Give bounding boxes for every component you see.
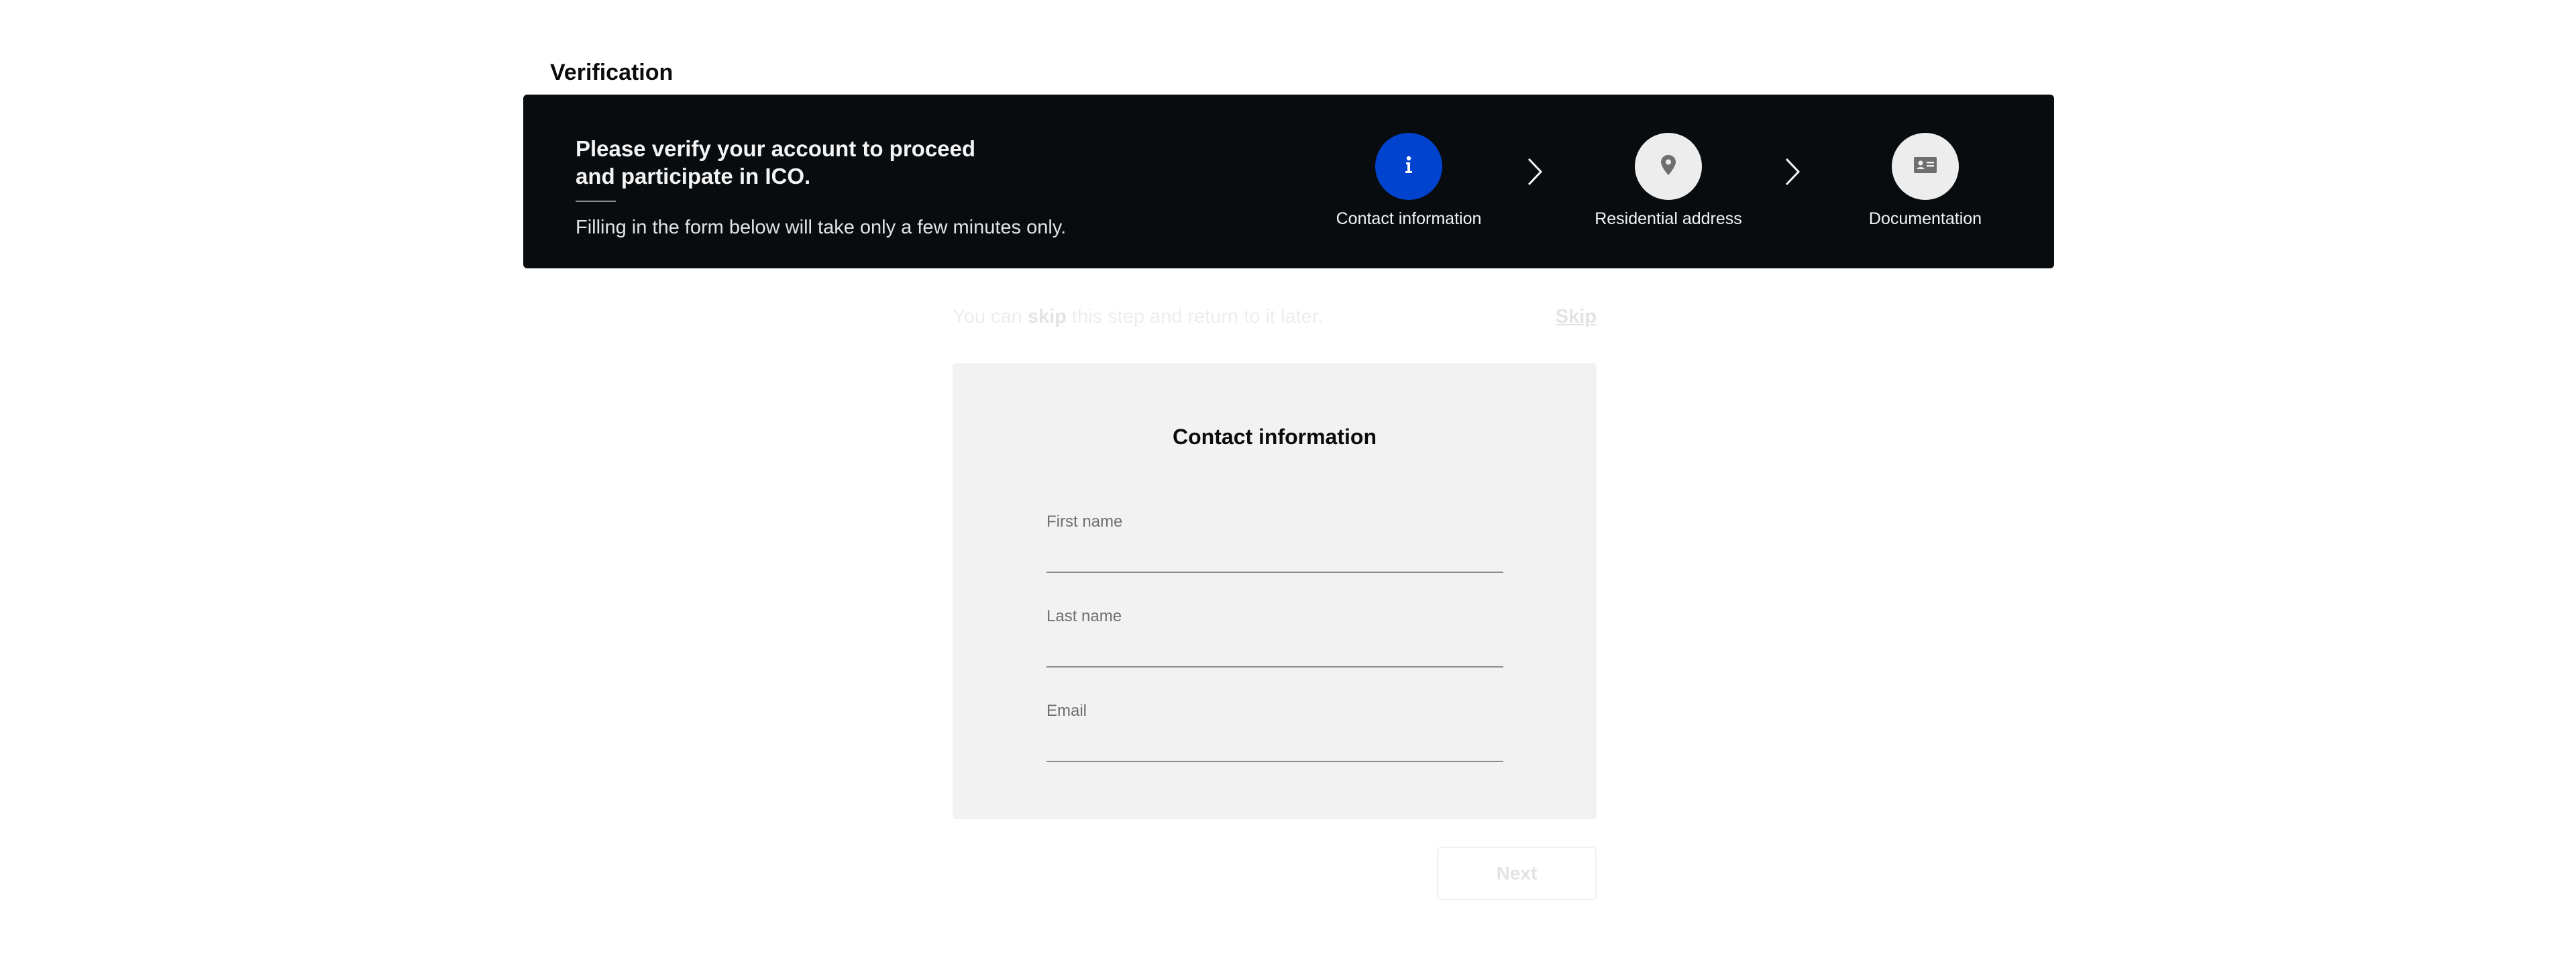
last-name-input[interactable] [1046,633,1503,668]
step-label: Documentation [1868,209,1982,228]
step-documentation[interactable]: Documentation [1838,133,2012,240]
email-field-group: Email [1046,700,1503,765]
info-icon [1397,153,1421,180]
email-label: Email [1046,702,1087,720]
banner-subtitle: Filling in the form below will take only… [576,217,1067,238]
progress-steps: Contact information Residential address [1322,133,2019,240]
skip-link[interactable]: Skip [1556,303,1597,330]
first-name-input[interactable] [1046,538,1503,573]
next-button[interactable]: Next [1437,847,1597,900]
step-residential-address[interactable]: Residential address [1581,133,1756,240]
verification-banner: Please verify your account to proceed an… [523,95,2054,268]
last-name-field-group: Last name [1046,606,1503,670]
step-circle-contact [1375,133,1442,200]
banner-heading: Please verify your account to proceed an… [576,136,976,189]
form-title: Contact information [1173,425,1377,449]
step-contact-information[interactable]: Contact information [1322,133,1496,240]
step-label: Residential address [1595,209,1742,228]
step-circle-documentation [1892,133,1959,200]
email-input[interactable] [1046,727,1503,762]
step-label: Contact information [1336,209,1482,228]
skip-row: You can skip this step and return to it … [953,303,1597,330]
skip-hint: You can skip this step and return to it … [953,306,1323,327]
chevron-right-icon [1525,156,1545,187]
first-name-label: First name [1046,513,1123,531]
chevron-right-icon [1782,156,1803,187]
banner-divider [576,201,616,202]
last-name-label: Last name [1046,607,1122,625]
location-pin-icon [1657,153,1680,180]
page-title: Verification [550,60,674,85]
contact-information-form: Contact information First name Last name… [953,363,1597,819]
first-name-field-group: First name [1046,511,1503,576]
id-card-icon [1913,155,1938,178]
step-circle-address [1635,133,1702,200]
